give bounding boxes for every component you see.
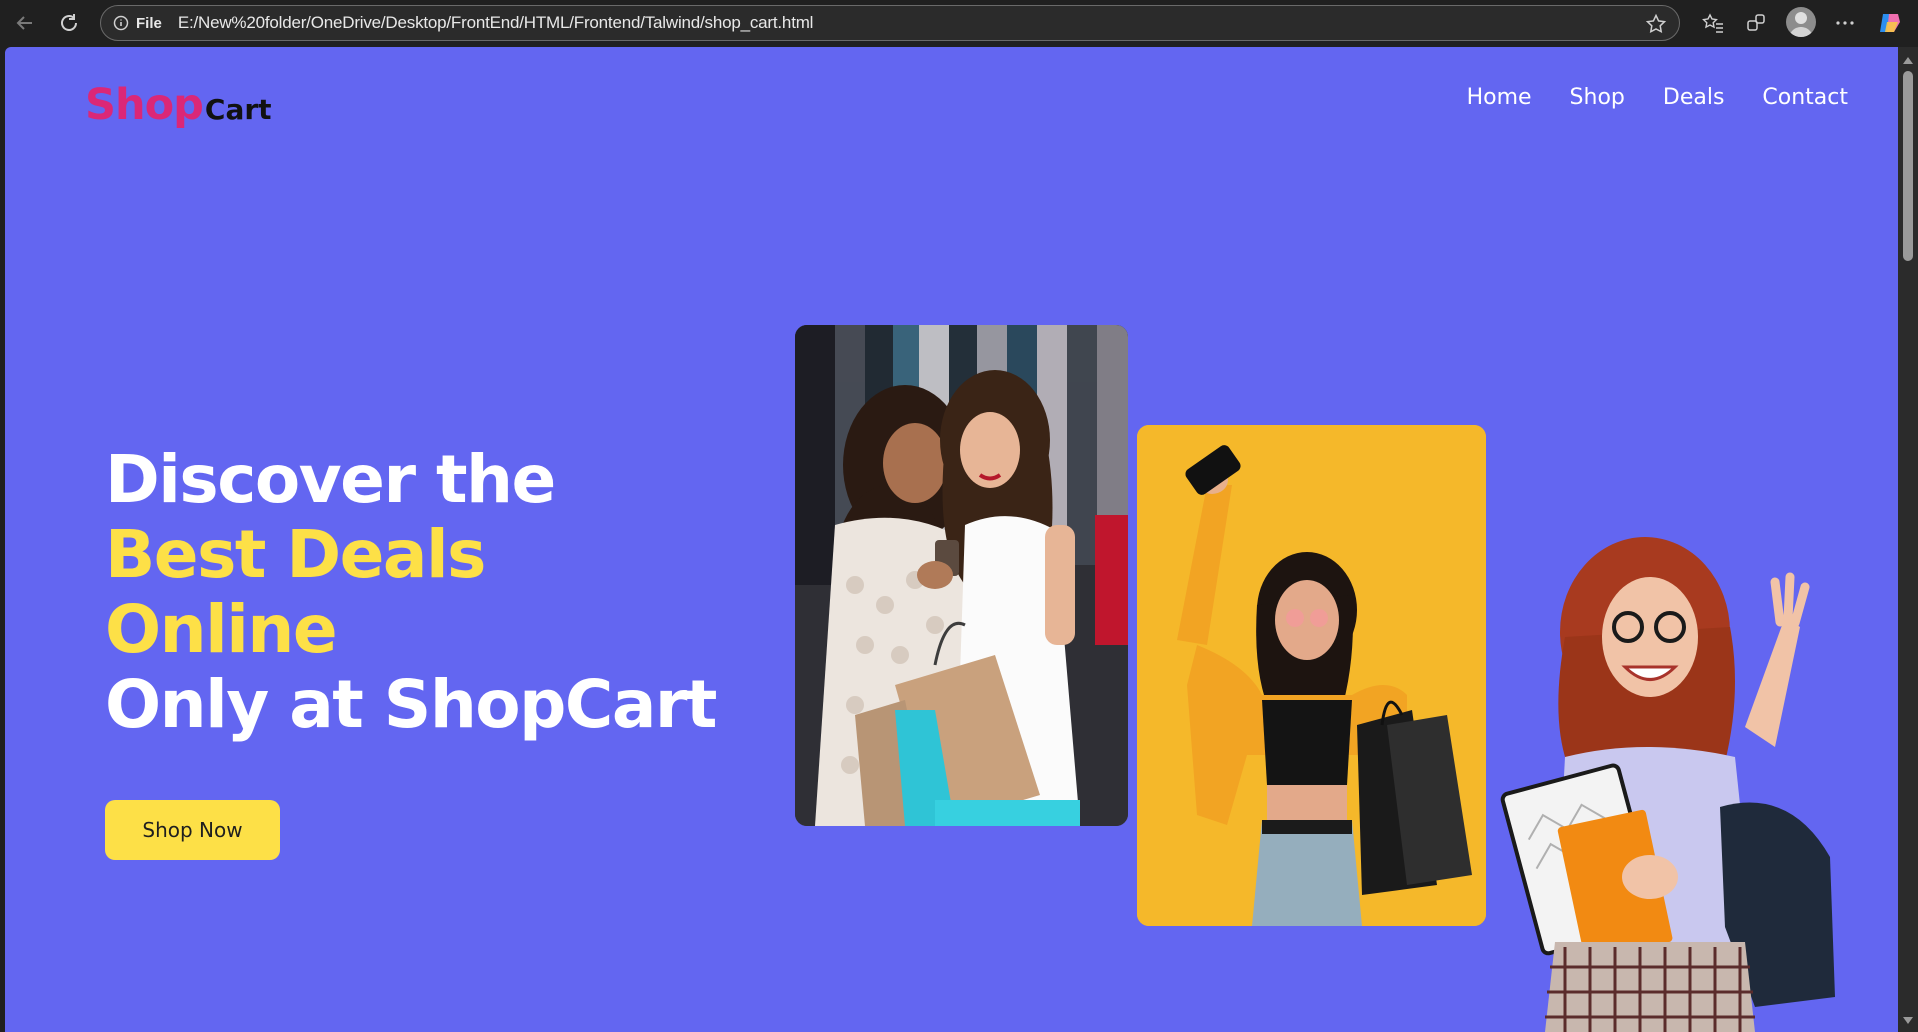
reload-icon[interactable] (54, 8, 84, 38)
logo-cart-text: Cart (205, 93, 272, 126)
star-icon[interactable] (1645, 13, 1667, 35)
logo-shop-text: Shop (85, 80, 203, 130)
nav-shop[interactable]: Shop (1570, 85, 1625, 110)
shop-now-button[interactable]: Shop Now (105, 800, 280, 860)
hero-line-2: Best Deals (105, 517, 716, 592)
extensions-icon[interactable] (1743, 10, 1769, 36)
info-icon[interactable] (112, 14, 130, 32)
hero-heading: Discover the Best Deals Online Only at S… (105, 442, 716, 742)
main-nav: Home Shop Deals Contact (1467, 85, 1848, 110)
more-icon[interactable] (1832, 10, 1858, 36)
nav-home[interactable]: Home (1467, 85, 1532, 110)
hero-line-1: Discover the (105, 442, 716, 517)
browser-toolbar: File E:/New%20folder/OneDrive/Desktop/Fr… (0, 0, 1918, 46)
back-icon[interactable] (10, 8, 40, 38)
url-text[interactable]: E:/New%20folder/OneDrive/Desktop/FrontEn… (178, 13, 813, 33)
page-viewport: Shop Cart Home Shop Deals Contact Discov… (5, 47, 1898, 1032)
hero-line-4: Only at ShopCart (105, 667, 716, 742)
phone-woman-photo (1137, 425, 1486, 926)
address-bar[interactable]: File E:/New%20folder/OneDrive/Desktop/Fr… (100, 5, 1680, 41)
student-girl-photo (1495, 527, 1875, 1032)
hero-line-3: Online (105, 592, 716, 667)
logo[interactable]: Shop Cart (85, 80, 272, 130)
scroll-down-icon[interactable] (1903, 1017, 1913, 1024)
favorites-icon[interactable] (1700, 10, 1726, 36)
file-label: File (136, 15, 162, 32)
scroll-thumb[interactable] (1903, 71, 1913, 261)
scroll-up-icon[interactable] (1903, 57, 1913, 64)
shoppers-photo (795, 325, 1128, 826)
copilot-icon[interactable] (1877, 10, 1903, 36)
nav-deals[interactable]: Deals (1663, 85, 1725, 110)
profile-avatar[interactable] (1786, 7, 1816, 37)
nav-contact[interactable]: Contact (1762, 85, 1848, 110)
page-scrollbar[interactable] (1898, 47, 1918, 1032)
